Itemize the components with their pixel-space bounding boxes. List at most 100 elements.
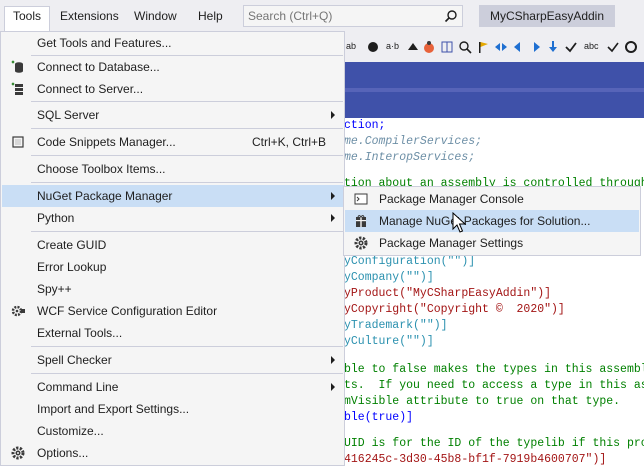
search-icon[interactable] <box>444 9 458 23</box>
menu-item-customize[interactable]: Customize... <box>2 420 344 442</box>
gear-icon <box>11 446 25 460</box>
menu-tools[interactable]: Tools <box>4 6 51 31</box>
menu-item-label: Code Snippets Manager... <box>37 135 176 149</box>
menu-item-label: Customize... <box>37 424 104 438</box>
menu-item-command-line[interactable]: Command Line <box>2 376 344 398</box>
code-line: me.InteropServices; <box>344 151 476 164</box>
menu-separator <box>31 346 343 347</box>
menu-separator <box>31 155 343 156</box>
tools-menu: Get Tools and Features... Connect to Dat… <box>0 31 345 466</box>
menu-item-external-tools[interactable]: External Tools... <box>2 322 344 344</box>
menu-item-label: Get Tools and Features... <box>37 36 172 50</box>
menu-item-code-snippets[interactable]: Code Snippets Manager... Ctrl+K, Ctrl+B <box>2 131 344 153</box>
code-line: ble to false makes the types in this ass… <box>344 363 644 376</box>
menu-item-label: Choose Toolbox Items... <box>37 162 166 176</box>
menu-window[interactable]: Window <box>126 7 185 26</box>
code-line: UID is for the ID of the typelib if this… <box>344 437 644 450</box>
document-tab-strip <box>344 62 644 118</box>
toolbar-bug-icon[interactable] <box>422 40 436 54</box>
nuget-submenu: Package Manager Console Manage NuGet Pac… <box>343 186 641 256</box>
toolbar-ab-swap-icon[interactable]: a·b <box>386 41 400 55</box>
menu-item-spy[interactable]: Spy++ <box>2 278 344 300</box>
menu-item-options[interactable]: Options... <box>2 442 344 464</box>
menu-item-label: Spy++ <box>37 282 72 296</box>
menu-separator <box>31 182 343 183</box>
code-line: mVisible attribute to true on that type. <box>344 395 621 408</box>
menu-item-create-guid[interactable]: Create GUID <box>2 234 344 256</box>
menu-separator <box>31 128 343 129</box>
menu-separator <box>31 231 343 232</box>
toolbar-arrows-icon[interactable] <box>494 40 508 54</box>
menu-separator <box>31 373 343 374</box>
menu-bar: Tools Extensions Window Help MyCSharpEas… <box>0 0 644 32</box>
code-line: yCopyright("Copyright © 2020")] <box>344 303 565 316</box>
menu-help[interactable]: Help <box>190 7 231 26</box>
submenu-arrow-icon <box>331 111 335 119</box>
code-line: yProduct("MyCSharpEasyAddin")] <box>344 287 552 300</box>
mouse-cursor-icon <box>452 212 467 233</box>
menu-item-label: Create GUID <box>37 238 107 252</box>
toolbar-settings-icon[interactable] <box>624 40 638 54</box>
submenu-arrow-icon <box>331 383 335 391</box>
menu-item-label: Python <box>37 211 75 225</box>
console-icon <box>354 193 368 205</box>
toolbar-find-icon[interactable] <box>458 40 472 54</box>
code-line: ble(true)] <box>344 411 414 424</box>
toolbar-flag-icon[interactable] <box>476 40 490 54</box>
code-line: yTrademark("")] <box>344 319 448 332</box>
submenu-item-package-manager-settings[interactable]: Package Manager Settings <box>345 232 639 254</box>
editor-toolbar: ab a·b abc <box>344 32 644 62</box>
menu-item-label: External Tools... <box>37 326 123 340</box>
menu-item-connect-database[interactable]: Connect to Database... <box>2 56 344 78</box>
menu-item-shortcut: Ctrl+K, Ctrl+B <box>252 135 327 149</box>
code-line: ction; <box>344 119 386 132</box>
toolbar-abc-icon[interactable]: abc <box>584 41 599 55</box>
code-line: ts. If you need to access a type in this… <box>344 379 644 392</box>
menu-item-import-export[interactable]: Import and Export Settings... <box>2 398 344 420</box>
toolbar-ok-icon[interactable] <box>606 40 620 54</box>
code-line: me.CompilerServices; <box>344 135 483 148</box>
search-input[interactable] <box>248 8 438 24</box>
code-editor[interactable]: ction; me.CompilerServices; me.InteropSe… <box>344 118 644 466</box>
breakpoint-icon[interactable] <box>366 40 380 54</box>
toolbar-step-into-icon[interactable] <box>546 40 560 54</box>
menu-item-label: Package Manager Console <box>379 192 524 206</box>
code-line: yCompany("")] <box>344 271 434 284</box>
menu-separator <box>31 101 343 102</box>
submenu-arrow-icon <box>331 356 335 364</box>
search-box[interactable] <box>243 5 463 27</box>
menu-item-label: NuGet Package Manager <box>37 189 173 203</box>
solution-title: MyCSharpEasyAddin <box>479 5 615 27</box>
toolbar-grid-icon[interactable] <box>440 40 454 54</box>
menu-item-sql-server[interactable]: SQL Server <box>2 104 344 126</box>
menu-item-wcf-editor[interactable]: WCF Service Configuration Editor <box>2 300 344 322</box>
menu-item-label: Package Manager Settings <box>379 236 524 250</box>
menu-item-label: Error Lookup <box>37 260 107 274</box>
gear-icon <box>354 236 368 250</box>
menu-item-toolbox-items[interactable]: Choose Toolbox Items... <box>2 158 344 180</box>
toolbar-ab-icon[interactable]: ab <box>346 41 360 55</box>
toolbar-back-icon[interactable] <box>512 40 526 54</box>
toolbar-check-icon[interactable] <box>564 40 578 54</box>
menu-item-spell-checker[interactable]: Spell Checker <box>2 349 344 371</box>
code-line: yCulture("")] <box>344 335 434 348</box>
wcf-gear-icon <box>11 305 25 317</box>
menu-extensions[interactable]: Extensions <box>52 7 127 26</box>
menu-item-label: Connect to Database... <box>37 60 160 74</box>
package-icon <box>356 215 366 227</box>
submenu-arrow-icon <box>331 192 335 200</box>
toolbar-forward-icon[interactable] <box>528 40 542 54</box>
menu-item-get-tools[interactable]: Get Tools and Features... <box>2 32 344 54</box>
menu-item-nuget[interactable]: NuGet Package Manager <box>2 185 344 207</box>
menu-item-label: Spell Checker <box>37 353 112 367</box>
submenu-item-package-manager-console[interactable]: Package Manager Console <box>345 188 639 210</box>
submenu-item-manage-nuget-packages[interactable]: Manage NuGet Packages for Solution... <box>345 210 639 232</box>
menu-item-connect-server[interactable]: Connect to Server... <box>2 78 344 100</box>
snippet-icon <box>12 136 24 148</box>
menu-item-label: Options... <box>37 446 89 460</box>
menu-item-python[interactable]: Python <box>2 207 344 229</box>
menu-item-error-lookup[interactable]: Error Lookup <box>2 256 344 278</box>
menu-item-label: Connect to Server... <box>37 82 144 96</box>
code-line: yConfiguration("")] <box>344 255 476 268</box>
toolbar-step-icon[interactable] <box>406 40 420 54</box>
